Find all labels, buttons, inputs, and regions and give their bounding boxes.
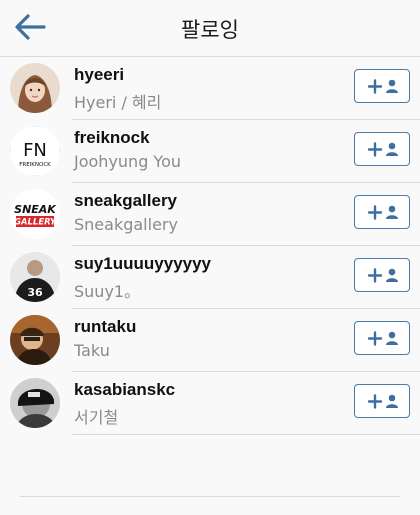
avatar[interactable]: SNEAK GALLERY <box>10 189 60 239</box>
full-name: Sneakgallery <box>74 215 178 234</box>
full-name: Joohyung You <box>74 152 182 171</box>
list-item[interactable]: hyeeri Hyeri / 혜리 <box>10 57 420 120</box>
username[interactable]: runtaku <box>74 317 136 337</box>
list-item[interactable]: 36 suy1uuuuyyyyyy Suuy1。 <box>10 246 420 309</box>
username[interactable]: sneakgallery <box>74 191 177 211</box>
full-name: Hyeri / 혜리 <box>74 93 162 112</box>
avatar[interactable]: FN FREIKNOCK <box>10 126 60 176</box>
avatar[interactable] <box>10 63 60 113</box>
list-item[interactable]: FN FREIKNOCK freiknock Joohyung You <box>10 120 420 183</box>
follow-button[interactable] <box>354 258 410 292</box>
follow-plus-person-icon <box>367 142 398 157</box>
list-item[interactable]: runtaku Taku <box>10 309 420 372</box>
list-item[interactable]: kasabianskc 서기철 <box>10 372 420 435</box>
follow-button[interactable] <box>354 195 410 229</box>
follow-button[interactable] <box>354 69 410 103</box>
avatar-logo-subtext: GALLERY <box>14 218 57 228</box>
follow-plus-person-icon <box>367 205 398 220</box>
follow-button[interactable] <box>354 132 410 166</box>
list-item[interactable]: SNEAK GALLERY sneakgallery Sneakgallery <box>10 183 420 246</box>
username[interactable]: freiknock <box>74 128 150 148</box>
avatar-logo-subtext: FREIKNOCK <box>19 162 51 168</box>
divider <box>20 496 400 497</box>
navigation-bar: 팔로잉 <box>0 0 420 57</box>
page-title: 팔로잉 <box>181 18 239 42</box>
username[interactable]: suy1uuuuyyyyyy <box>74 254 211 274</box>
follow-plus-person-icon <box>367 331 398 346</box>
username[interactable]: hyeeri <box>74 65 124 85</box>
follow-plus-person-icon <box>367 268 398 283</box>
follow-button[interactable] <box>354 321 410 355</box>
avatar[interactable] <box>10 378 60 428</box>
follow-button[interactable] <box>354 384 410 418</box>
following-list: hyeeri Hyeri / 혜리 FN FREIKNOCK freiknock… <box>0 57 420 435</box>
follow-plus-person-icon <box>367 79 398 94</box>
avatar[interactable]: 36 <box>10 252 60 302</box>
avatar-logo-text: FN <box>23 140 47 161</box>
avatar[interactable] <box>10 315 60 365</box>
jersey-number: 36 <box>27 286 43 299</box>
full-name: Taku <box>74 341 110 360</box>
full-name: 서기철 <box>74 408 119 427</box>
follow-plus-person-icon <box>367 394 398 409</box>
full-name: Suuy1。 <box>74 282 141 301</box>
username[interactable]: kasabianskc <box>74 380 175 400</box>
avatar-logo-text: SNEAK <box>14 203 57 216</box>
